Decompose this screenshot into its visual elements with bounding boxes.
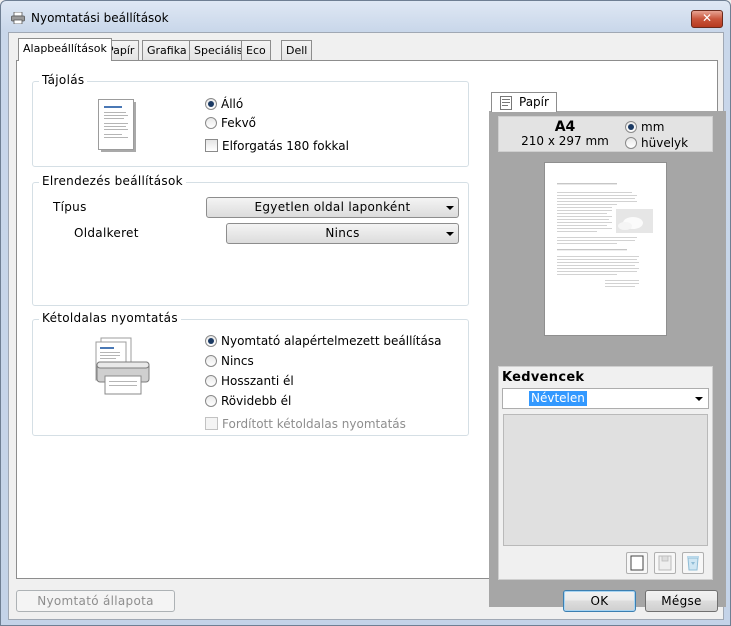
paper-dimensions: 210 x 297 mm	[521, 134, 609, 148]
preview-tab-papir[interactable]: Papír	[491, 92, 557, 112]
radio-selected-icon[interactable]	[205, 335, 217, 347]
paper-info: A4 210 x 297 mm mm hüvelyk	[498, 116, 713, 152]
unit-inch-radio[interactable]: hüvelyk	[625, 135, 688, 151]
portrait-page-icon	[98, 99, 136, 152]
favorites-list[interactable]	[503, 414, 708, 546]
save-favorite-button[interactable]	[654, 552, 676, 574]
duplex-default-radio[interactable]: Nyomtató alapértelmezett beállítása	[205, 333, 441, 349]
new-document-icon	[630, 555, 644, 571]
ok-button[interactable]: OK	[563, 590, 636, 612]
duplex-short-edge-radio[interactable]: Rövidebb él	[205, 393, 291, 409]
orientation-group: Tájolás Álló Fekvő Elforgatás 180 fokkal	[32, 73, 469, 167]
checkbox-icon[interactable]	[205, 139, 218, 152]
title-bar: Nyomtatási beállítások ✕	[1, 1, 730, 33]
border-select[interactable]: Nincs	[226, 223, 459, 244]
orientation-portrait-label: Álló	[221, 97, 244, 111]
reverse-duplex-label: Fordított kétoldalas nyomtatás	[222, 417, 406, 431]
recycle-bin-icon	[687, 556, 699, 571]
duplex-default-label: Nyomtató alapértelmezett beállítása	[221, 334, 442, 348]
dialog-client-area: Alapbeállítások Papír Grafika Speciális …	[8, 32, 726, 620]
duplex-short-edge-label: Rövidebb él	[221, 394, 292, 408]
new-favorite-button[interactable]	[626, 552, 648, 574]
unit-mm-radio[interactable]: mm	[625, 119, 664, 135]
save-icon	[658, 555, 672, 571]
layout-group-title: Elrendezés beállítások	[39, 174, 186, 188]
radio-selected-icon[interactable]	[205, 98, 217, 110]
favorites-select[interactable]: Névtelen	[502, 388, 709, 409]
orientation-landscape-label: Fekvő	[221, 116, 257, 130]
window-title: Nyomtatási beállítások	[31, 11, 169, 25]
duplex-none-label: Nincs	[221, 354, 254, 368]
duplex-printer-icon	[95, 337, 150, 395]
layout-group: Elrendezés beállítások Típus Egyetlen ol…	[32, 174, 469, 306]
tab-dell[interactable]: Dell	[281, 40, 313, 60]
orientation-portrait-radio[interactable]: Álló	[205, 96, 243, 112]
unit-inch-label: hüvelyk	[641, 136, 689, 150]
preview-panel: A4 210 x 297 mm mm hüvelyk Kedvencek Név…	[489, 111, 726, 607]
type-label: Típus	[53, 200, 87, 214]
radio-unselected-icon[interactable]	[205, 395, 217, 407]
duplex-long-edge-label: Hosszanti él	[221, 374, 294, 388]
rotate-180-label: Elforgatás 180 fokkal	[222, 139, 349, 153]
border-select-value: Nincs	[325, 226, 360, 240]
orientation-landscape-radio[interactable]: Fekvő	[205, 115, 256, 131]
border-label: Oldalkeret	[74, 226, 139, 240]
radio-unselected-icon[interactable]	[205, 355, 217, 367]
radio-unselected-icon[interactable]	[205, 117, 217, 129]
tab-grafika[interactable]: Grafika	[142, 40, 192, 60]
duplex-none-radio[interactable]: Nincs	[205, 353, 254, 369]
unit-mm-label: mm	[641, 120, 665, 134]
tab-panel-basic: Tájolás Álló Fekvő Elforgatás 180 fokkal…	[16, 60, 726, 607]
chevron-down-icon	[446, 232, 454, 236]
duplex-long-edge-radio[interactable]: Hosszanti él	[205, 373, 294, 389]
type-select-value: Egyetlen oldal laponként	[254, 200, 411, 214]
page-icon	[500, 96, 512, 110]
favorites-panel: Kedvencek Névtelen	[498, 366, 713, 580]
radio-unselected-icon[interactable]	[205, 375, 217, 387]
paper-size: A4	[554, 119, 576, 135]
tab-specialis[interactable]: Speciális	[189, 40, 248, 60]
print-settings-window: Nyomtatási beállítások ✕ Alapbeállítások…	[0, 0, 731, 626]
printer-icon	[11, 12, 25, 24]
tab-eco[interactable]: Eco	[241, 40, 271, 60]
printer-status-button[interactable]: Nyomtató állapota	[16, 590, 175, 612]
cancel-button[interactable]: Mégse	[645, 590, 718, 612]
page-preview	[544, 162, 667, 336]
tab-alapbeallitasok[interactable]: Alapbeállítások	[18, 38, 112, 61]
chevron-down-icon	[446, 206, 454, 210]
checkbox-icon[interactable]	[205, 417, 218, 430]
favorites-title: Kedvencek	[502, 370, 585, 385]
type-select[interactable]: Egyetlen oldal laponként	[206, 197, 459, 218]
page-preview-image	[557, 183, 653, 287]
duplex-group-title: Kétoldalas nyomtatás	[39, 311, 181, 325]
duplex-group: Kétoldalas nyomtatás Nyomtató alapértelm…	[32, 311, 469, 436]
delete-favorite-button[interactable]	[682, 552, 704, 574]
reverse-duplex-checkbox[interactable]: Fordított kétoldalas nyomtatás	[205, 416, 406, 432]
radio-selected-icon[interactable]	[625, 121, 637, 133]
favorites-select-value: Névtelen	[529, 391, 587, 406]
radio-unselected-icon[interactable]	[625, 137, 637, 149]
preview-tab-label: Papír	[519, 95, 549, 109]
rotate-180-checkbox[interactable]: Elforgatás 180 fokkal	[205, 138, 349, 154]
chevron-down-icon	[695, 397, 703, 401]
close-button[interactable]: ✕	[691, 10, 723, 28]
orientation-group-title: Tájolás	[39, 73, 88, 87]
